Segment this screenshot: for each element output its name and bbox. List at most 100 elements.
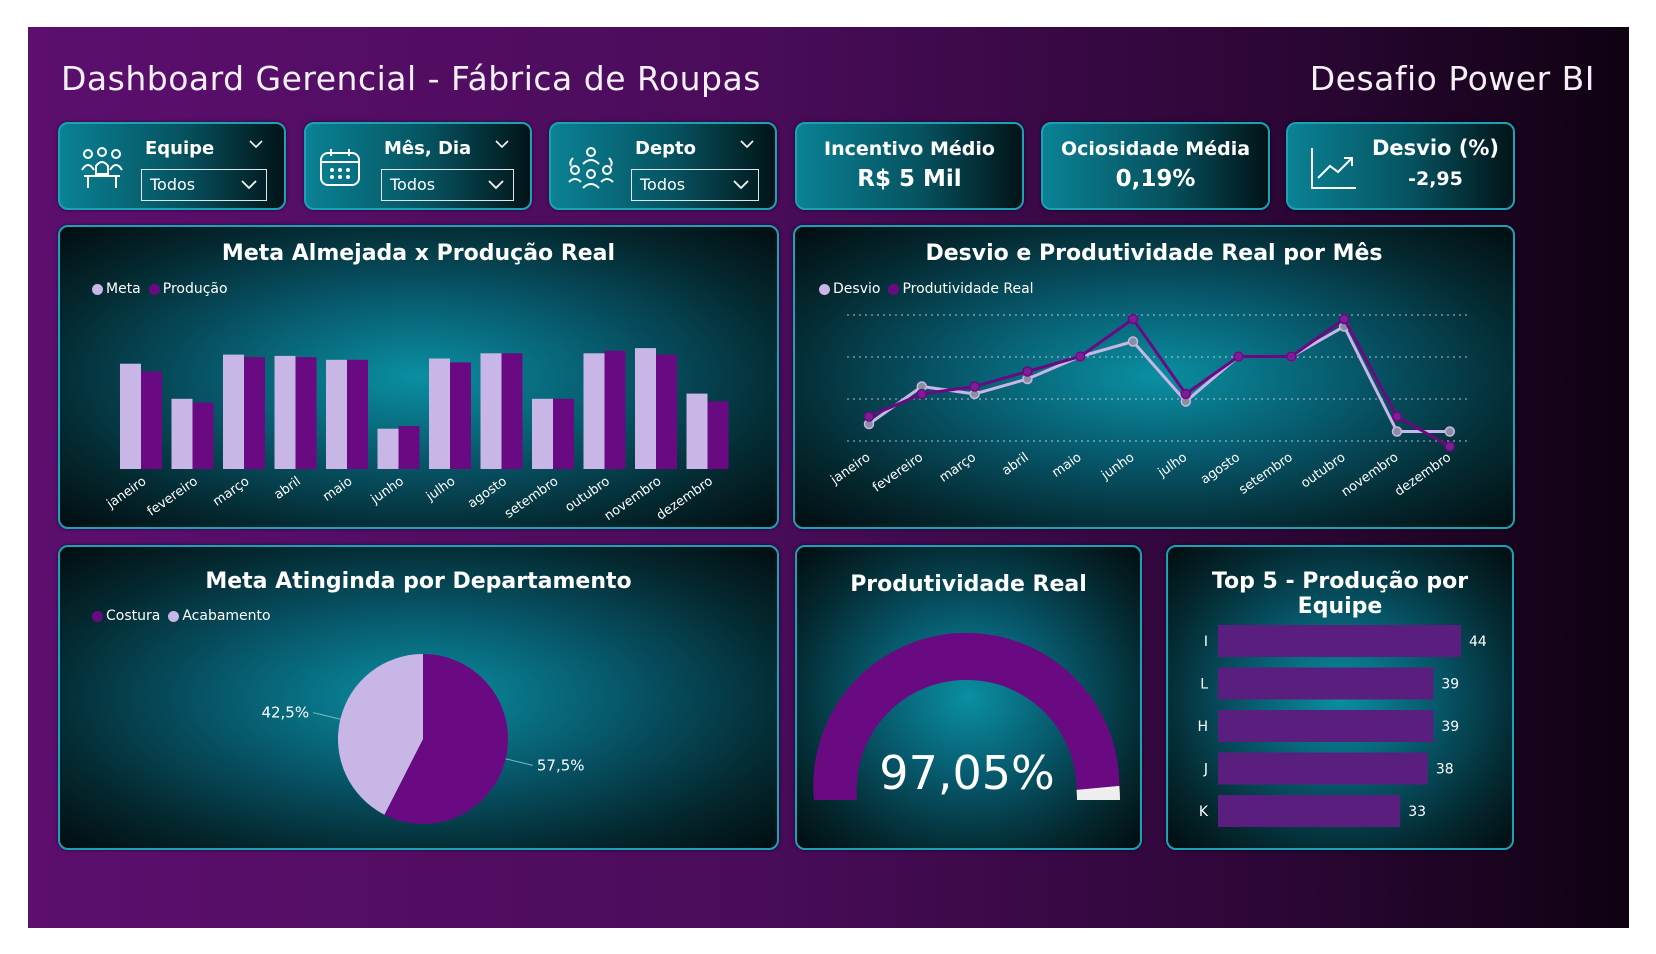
point-produtividade-real: [863, 411, 875, 422]
bar-meta-maio: [326, 359, 347, 469]
x-tick-label: abril: [272, 474, 304, 503]
chevron-down-icon[interactable]: [739, 136, 755, 152]
bar-produção-abril: [295, 357, 317, 469]
bar-produção-janeiro: [141, 371, 162, 469]
chart-desvio-produtividade: Desvio e Produtividade Real por Mês Desv…: [793, 225, 1515, 529]
calendar-icon: [318, 148, 362, 192]
bar-meta-outubro: [583, 353, 605, 469]
x-tick-label: agosto: [465, 474, 510, 512]
chevron-down-icon: [241, 180, 257, 190]
bar-produção-fevereiro: [192, 402, 214, 469]
hbar-value-label: 44: [1469, 634, 1487, 650]
kpi-desvio: Desvio (%) -2,95: [1286, 122, 1515, 210]
x-tick-label: novembro: [602, 474, 665, 524]
bar-meta-junho: [377, 428, 399, 469]
bar-meta-fevereiro: [171, 398, 193, 469]
x-tick-label: fevereiro: [870, 450, 926, 496]
hbar-K: [1218, 795, 1401, 827]
slicer-equipe-label: Equipe: [145, 138, 215, 159]
point-produtividade-real: [1338, 313, 1350, 325]
bar-meta-dezembro: [686, 393, 708, 469]
gauge-plot: 97,05%: [813, 632, 1120, 800]
x-tick-label: abril: [1000, 450, 1032, 479]
series-line-desvio: [868, 324, 1450, 433]
hbar-J: [1218, 752, 1428, 785]
x-tick-label: julho: [423, 474, 458, 505]
chart-meta-producao: Meta Almejada x Produção Real Meta Produ…: [58, 225, 779, 529]
gauge-value-label: 97,05%: [879, 746, 1054, 800]
hbar-value-label: 39: [1441, 677, 1459, 693]
bar-meta-janeiro: [120, 363, 141, 469]
slicer-mes-dia-label: Mês, Dia: [384, 138, 472, 159]
chart-top5-equipe: Top 5 - Produção por Equipe I 44 L 39 H 39 J 38…: [1166, 545, 1514, 850]
bar-produção-novembro: [656, 354, 677, 469]
hbar-value-label: 33: [1408, 804, 1426, 820]
chevron-down-icon: [488, 180, 504, 190]
hbar-category-label: H: [1197, 719, 1208, 735]
chevron-down-icon: [733, 180, 749, 190]
bar-produção-março: [244, 357, 265, 469]
slicer-depto-dropdown[interactable]: Todos: [631, 169, 759, 201]
x-tick-label: agosto: [1198, 450, 1243, 488]
kpi-desvio-title: Desvio (%): [1371, 136, 1500, 160]
bar-produção-agosto: [501, 353, 523, 469]
x-tick-label: junho: [1098, 450, 1137, 484]
point-produtividade-real: [1074, 351, 1086, 362]
point-produtividade-real: [1286, 351, 1297, 362]
bar-meta-julho: [429, 358, 450, 469]
slicer-mes-dia-dropdown[interactable]: Todos: [381, 169, 514, 201]
bar-produção-setembro: [553, 398, 574, 469]
kpi-ociosidade-media: Ociosidade Média 0,19%: [1041, 122, 1270, 210]
x-tick-label: janeiro: [103, 474, 149, 512]
x-tick-label: dezembro: [654, 474, 716, 524]
bar-chart-plot: janeirofevereiro março abril maio junho julho…: [103, 348, 729, 524]
slicer-equipe-dropdown[interactable]: Todos: [141, 169, 267, 201]
pie-value-label: 57,5%: [537, 756, 585, 774]
hbar-category-label: J: [1203, 762, 1208, 778]
kpi-incentivo-medio: Incentivo Médio R$ 5 Mil: [795, 122, 1024, 210]
point-produtividade-real: [969, 381, 980, 392]
slicer-mes-dia-value: Todos: [390, 175, 436, 194]
hbar-category-label: L: [1200, 677, 1208, 693]
series-line-produtividade-real: [868, 316, 1451, 448]
hbar-category-label: I: [1204, 634, 1208, 650]
kpi-desvio-value: -2,95: [1408, 168, 1463, 190]
chevron-down-icon[interactable]: [494, 136, 510, 152]
chart-produtividade-real: Produtividade Real 97,05%: [795, 545, 1142, 850]
team-icon: [78, 146, 126, 196]
kpi-ociosidade-value: 0,19%: [1115, 166, 1196, 192]
hbar-category-label: K: [1199, 804, 1209, 820]
x-tick-label: maio: [1050, 450, 1085, 481]
hbar-chart-plot: I 44 L 39 H 39 J 38 K 33: [1197, 625, 1487, 827]
bar-produção-dezembro: [707, 401, 729, 469]
department-icon: [567, 144, 615, 196]
slicer-mes-dia[interactable]: Mês, Dia Todos: [304, 122, 532, 210]
slicer-equipe[interactable]: Equipe Todos: [58, 122, 286, 210]
slicer-depto[interactable]: Depto Todos: [549, 122, 777, 210]
bar-produção-julho: [450, 362, 471, 469]
point-produtividade-real: [1233, 351, 1244, 362]
pie-value-label: 42,5%: [261, 704, 309, 722]
x-tick-label: setembro: [502, 474, 561, 522]
point-produtividade-real: [1391, 411, 1403, 422]
pie-leader-line: [505, 758, 533, 766]
x-tick-label: fevereiro: [145, 474, 201, 520]
point-desvio: [1444, 426, 1456, 437]
hbar-value-label: 38: [1436, 762, 1454, 778]
bar-produção-junho: [398, 426, 420, 469]
hbar-L: [1218, 667, 1434, 700]
slicer-equipe-value: Todos: [150, 175, 196, 194]
chevron-down-icon[interactable]: [248, 136, 264, 152]
point-desvio: [1391, 426, 1403, 437]
point-produtividade-real: [1127, 313, 1139, 325]
point-produtividade-real: [916, 388, 928, 400]
bar-meta-março: [223, 354, 244, 469]
hbar-I: [1218, 625, 1461, 657]
kpi-ociosidade-title: Ociosidade Média: [1060, 138, 1251, 160]
bar-meta-agosto: [480, 353, 502, 469]
bar-produção-maio: [347, 359, 368, 469]
point-produtividade-real: [1022, 366, 1033, 377]
line-chart-plot: janeirofevereiro março abril maio junho julho…: [827, 313, 1467, 500]
kpi-incentivo-value: R$ 5 Mil: [857, 166, 962, 192]
bar-produção-outubro: [604, 350, 626, 469]
